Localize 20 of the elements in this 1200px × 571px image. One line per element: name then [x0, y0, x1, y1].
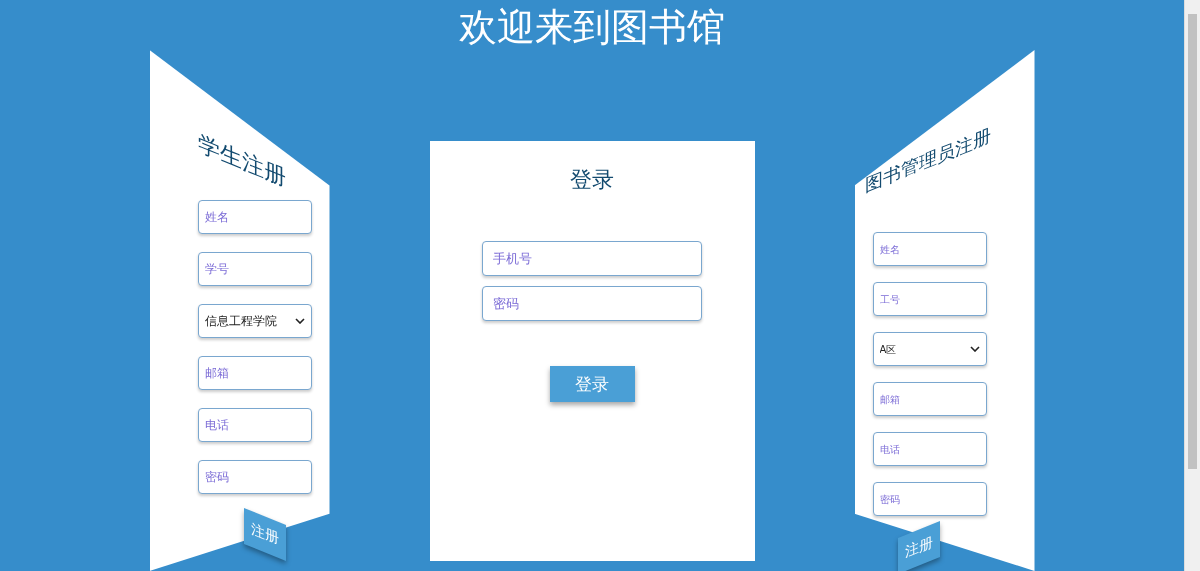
card-title: 登录: [570, 167, 614, 193]
select-field[interactable]: 信息工程学院: [197, 304, 312, 338]
input-field[interactable]: 密码: [482, 286, 702, 321]
select-field[interactable]: A区: [872, 332, 987, 366]
input-field[interactable]: 密码: [197, 460, 312, 494]
input-field[interactable]: 电话: [197, 408, 312, 442]
input-field[interactable]: 姓名: [197, 200, 312, 234]
card-title: 图书管理员注册: [864, 123, 991, 198]
login-button[interactable]: 登录: [549, 366, 635, 402]
input-field[interactable]: 邮箱: [197, 356, 312, 390]
card-title: 学生注册: [197, 130, 286, 192]
input-field[interactable]: 学号: [197, 252, 312, 286]
input-field[interactable]: 邮箱: [872, 382, 987, 416]
input-field[interactable]: 电话: [872, 432, 987, 466]
input-field[interactable]: 工号: [872, 282, 987, 316]
input-field[interactable]: 姓名: [872, 232, 987, 266]
input-field[interactable]: 密码: [872, 482, 987, 516]
scrollbar[interactable]: [1184, 0, 1200, 571]
input-field[interactable]: 手机号: [482, 241, 702, 276]
page-title: 欢迎来到图书馆: [459, 4, 725, 50]
